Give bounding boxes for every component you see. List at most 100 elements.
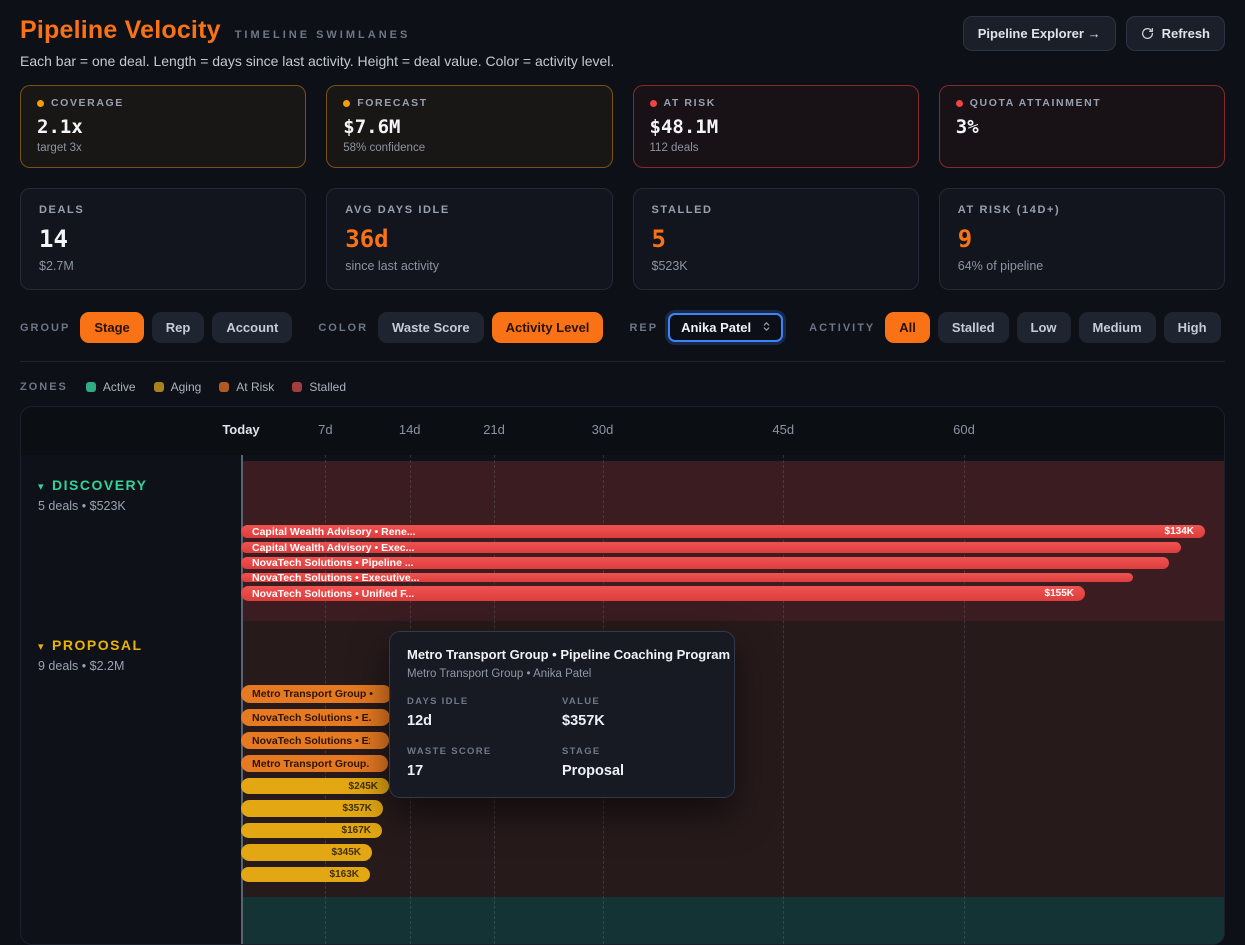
activity-filter-label: ACTIVITY bbox=[809, 322, 875, 334]
activity-chip-low[interactable]: Low bbox=[1017, 312, 1071, 343]
pipeline-velocity-dashboard: Pipeline Velocity TIMELINE SWIMLANES Eac… bbox=[0, 0, 1245, 943]
lane-summary: 9 deals • $2.2M bbox=[38, 659, 143, 673]
kpi-secondary-row: DEALS14$2.7MAVG DAYS IDLE36dsince last a… bbox=[20, 188, 1225, 290]
deal-bar[interactable]: NovaTech Solutions • Unified F... $155K bbox=[241, 586, 1085, 601]
status-dot bbox=[956, 100, 963, 107]
kpi-card-avg-days-idle: AVG DAYS IDLE36dsince last activity bbox=[326, 188, 612, 290]
tooltip-field-days-idle: DAYS IDLE 12d bbox=[407, 696, 562, 729]
deal-label: NovaTech Solutions • Pipeline ... bbox=[252, 557, 414, 569]
kpi-label: DEALS bbox=[39, 204, 84, 216]
tooltip-subtitle: Metro Transport Group • Anika Patel bbox=[407, 668, 717, 680]
zone-items: ActiveAgingAt RiskStalled bbox=[86, 380, 346, 394]
color-chip-waste-score[interactable]: Waste Score bbox=[378, 312, 484, 343]
color-chip-activity-level[interactable]: Activity Level bbox=[492, 312, 604, 343]
activity-chip-medium[interactable]: Medium bbox=[1079, 312, 1156, 343]
group-filter-label: GROUP bbox=[20, 322, 70, 334]
zones-label: ZONES bbox=[20, 381, 68, 393]
kpi-card-deals: DEALS14$2.7M bbox=[20, 188, 306, 290]
page-title: Pipeline Velocity bbox=[20, 16, 221, 45]
zone-item-at-risk: At Risk bbox=[219, 380, 274, 394]
rep-select-value: Anika Patel bbox=[681, 320, 751, 335]
activity-chip-high[interactable]: High bbox=[1164, 312, 1221, 343]
activity-chip-all[interactable]: All bbox=[885, 312, 930, 343]
zone-swatch-aging bbox=[154, 382, 164, 392]
activity-chip-stalled[interactable]: Stalled bbox=[938, 312, 1009, 343]
deal-bar[interactable]: $163K bbox=[241, 867, 370, 882]
zone-label: Active bbox=[103, 380, 136, 394]
kpi-label: AT RISK (14D+) bbox=[958, 204, 1061, 216]
deal-bar[interactable]: $167K bbox=[241, 823, 382, 838]
tooltip-field-value: VALUE $357K bbox=[562, 696, 717, 729]
deal-bar[interactable]: Metro Transport Group • P... bbox=[241, 685, 392, 703]
tooltip-field-waste-score: WASTE SCORE 17 bbox=[407, 746, 562, 779]
kpi-card-stalled: STALLED5$523K bbox=[633, 188, 919, 290]
deal-bar[interactable]: $245K bbox=[241, 778, 389, 794]
lane-name-proposal[interactable]: ▾PROPOSAL bbox=[38, 637, 143, 653]
group-chip-stage[interactable]: Stage bbox=[80, 312, 143, 343]
color-filter-label: COLOR bbox=[318, 322, 368, 334]
collapse-caret-icon: ▾ bbox=[38, 481, 45, 493]
deal-label: Metro Transport Group... bbox=[252, 758, 369, 770]
deal-bar[interactable]: $345K bbox=[241, 844, 372, 861]
kpi-sub: 58% confidence bbox=[343, 142, 595, 155]
group-chip-account[interactable]: Account bbox=[212, 312, 292, 343]
kpi-card-coverage: COVERAGE2.1xtarget 3x bbox=[20, 85, 306, 168]
deal-bar[interactable]: Capital Wealth Advisory • Rene...$134K bbox=[241, 525, 1205, 538]
lane-name-discovery[interactable]: ▾DISCOVERY bbox=[38, 477, 147, 493]
deal-bar[interactable]: Metro Transport Group... bbox=[241, 755, 388, 772]
color-filter-chips: Waste Score Activity Level bbox=[378, 312, 603, 343]
title-block: Pipeline Velocity TIMELINE SWIMLANES Eac… bbox=[20, 16, 614, 69]
deal-value: $345K bbox=[332, 847, 361, 858]
kpi-card-forecast: FORECAST$7.6M58% confidence bbox=[326, 85, 612, 168]
deal-bar[interactable]: $357K bbox=[241, 800, 383, 817]
group-filter-chips: Stage RepAccount bbox=[80, 312, 292, 343]
deal-value: $155K bbox=[1045, 588, 1074, 599]
lane-bars: Capital Wealth Advisory • Rene...$134KCa… bbox=[241, 525, 1205, 601]
zone-item-active: Active bbox=[86, 380, 136, 394]
rep-filter-label: REP bbox=[629, 322, 658, 334]
deal-label: NovaTech Solutions • Unified F... bbox=[252, 588, 414, 600]
zone-swatch-at-risk bbox=[219, 382, 229, 392]
swimlane-discovery: ▾DISCOVERY5 deals • $523K Capital Wealth … bbox=[21, 461, 1224, 621]
time-tick-21d: 21d bbox=[483, 422, 505, 437]
kpi-sub: $523K bbox=[652, 259, 900, 273]
zone-swatch-stalled bbox=[292, 382, 302, 392]
kpi-card-at-risk: AT RISK$48.1M112 deals bbox=[633, 85, 919, 168]
kpi-value: 9 bbox=[958, 225, 1206, 253]
zone-swatch-active bbox=[86, 382, 96, 392]
timeline-axis: Today7d14d21d30d45d60d bbox=[21, 407, 1224, 455]
refresh-button[interactable]: Refresh bbox=[1126, 16, 1225, 51]
deal-tooltip: Metro Transport Group • Pipeline Coachin… bbox=[389, 631, 735, 798]
tooltip-field-value: 17 bbox=[407, 763, 562, 779]
time-tick-today: Today bbox=[222, 422, 259, 437]
time-tick-60d: 60d bbox=[953, 422, 975, 437]
refresh-icon bbox=[1141, 27, 1154, 40]
page-description: Each bar = one deal. Length = days since… bbox=[20, 53, 614, 69]
kpi-value: 36d bbox=[345, 225, 593, 253]
deal-bar[interactable]: Capital Wealth Advisory • Exec... bbox=[241, 542, 1181, 553]
tooltip-fields: DAYS IDLE 12d VALUE $357K WASTE SCORE 17… bbox=[407, 696, 717, 779]
topbar-actions: Pipeline Explorer → Refresh bbox=[963, 16, 1225, 51]
zone-label: Aging bbox=[171, 380, 202, 394]
filter-bar: GROUP Stage RepAccount COLOR Waste Score A… bbox=[20, 312, 1225, 362]
deal-label: Capital Wealth Advisory • Rene... bbox=[252, 526, 416, 538]
kpi-label: AT RISK bbox=[664, 97, 716, 109]
rep-select[interactable]: Anika Patel bbox=[668, 313, 783, 342]
deal-bar[interactable]: NovaTech Solutions • E... bbox=[241, 709, 390, 726]
swimlane-partial bbox=[21, 897, 1224, 945]
kpi-value: 5 bbox=[652, 225, 900, 253]
kpi-value: 14 bbox=[39, 225, 287, 253]
deal-bar[interactable]: NovaTech Solutions • Executive... bbox=[241, 573, 1133, 582]
top-bar: Pipeline Velocity TIMELINE SWIMLANES Eac… bbox=[20, 16, 1225, 69]
deal-label: Capital Wealth Advisory • Exec... bbox=[252, 542, 414, 554]
status-dot bbox=[37, 100, 44, 107]
pipeline-explorer-button[interactable]: Pipeline Explorer → bbox=[963, 16, 1116, 51]
deal-bar[interactable]: NovaTech Solutions • Pipeline ... bbox=[241, 557, 1169, 569]
kpi-value: 2.1x bbox=[37, 116, 289, 138]
group-chip-rep[interactable]: Rep bbox=[152, 312, 205, 343]
deal-bar[interactable]: NovaTech Solutions • Ex... bbox=[241, 732, 389, 749]
time-tick-30d: 30d bbox=[592, 422, 614, 437]
deal-value: $245K bbox=[349, 781, 378, 792]
kpi-label: AVG DAYS IDLE bbox=[345, 204, 450, 216]
lane-header: ▾DISCOVERY5 deals • $523K bbox=[38, 477, 147, 513]
